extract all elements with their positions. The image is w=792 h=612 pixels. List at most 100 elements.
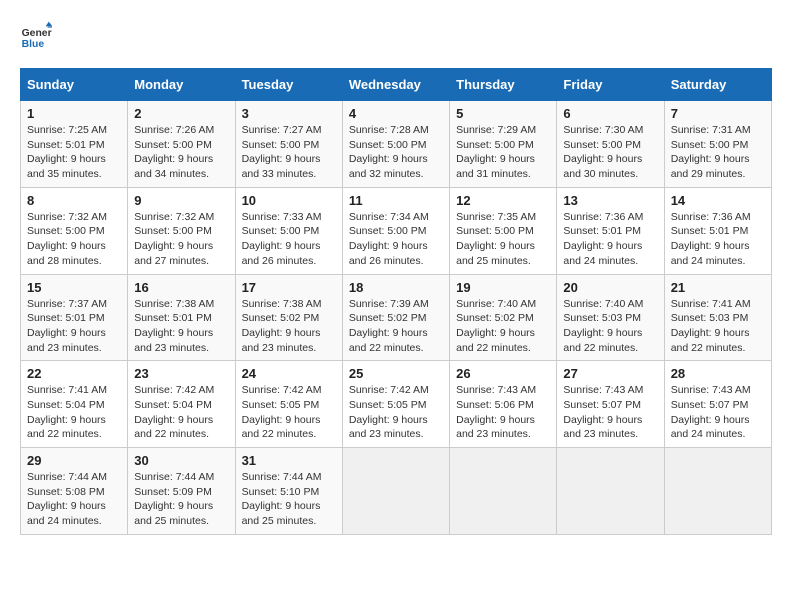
calendar-cell: 14 Sunrise: 7:36 AM Sunset: 5:01 PM Dayli… bbox=[664, 187, 771, 274]
cell-info: Sunrise: 7:35 AM Sunset: 5:00 PM Dayligh… bbox=[456, 210, 550, 269]
day-number: 29 bbox=[27, 453, 121, 468]
day-header-monday: Monday bbox=[128, 69, 235, 101]
calendar-cell: 18 Sunrise: 7:39 AM Sunset: 5:02 PM Dayli… bbox=[342, 274, 449, 361]
calendar-cell: 13Sunrise: 7:36 AM Sunset: 5:01 PM Dayli… bbox=[557, 187, 664, 274]
day-number: 28 bbox=[671, 366, 765, 381]
week-row-3: 15 Sunrise: 7:37 AM Sunset: 5:01 PM Dayli… bbox=[21, 274, 772, 361]
day-number: 22 bbox=[27, 366, 121, 381]
day-header-wednesday: Wednesday bbox=[342, 69, 449, 101]
cell-info: Sunrise: 7:43 AM Sunset: 5:07 PM Dayligh… bbox=[563, 383, 657, 442]
cell-info: Sunrise: 7:36 AM Sunset: 5:01 PM Dayligh… bbox=[671, 210, 765, 269]
calendar-cell: 6Sunrise: 7:30 AM Sunset: 5:00 PM Daylig… bbox=[557, 101, 664, 188]
svg-text:General: General bbox=[22, 28, 52, 39]
cell-info: Sunrise: 7:28 AM Sunset: 5:00 PM Dayligh… bbox=[349, 123, 443, 182]
cell-info: Sunrise: 7:27 AM Sunset: 5:00 PM Dayligh… bbox=[242, 123, 336, 182]
cell-info: Sunrise: 7:44 AM Sunset: 5:08 PM Dayligh… bbox=[27, 470, 121, 529]
cell-info: Sunrise: 7:40 AM Sunset: 5:02 PM Dayligh… bbox=[456, 297, 550, 356]
day-number: 19 bbox=[456, 280, 550, 295]
calendar-cell: 9 Sunrise: 7:32 AM Sunset: 5:00 PM Daylig… bbox=[128, 187, 235, 274]
logo: General Blue bbox=[20, 20, 52, 52]
cell-info: Sunrise: 7:32 AM Sunset: 5:00 PM Dayligh… bbox=[134, 210, 228, 269]
cell-info: Sunrise: 7:42 AM Sunset: 5:05 PM Dayligh… bbox=[349, 383, 443, 442]
day-number: 23 bbox=[134, 366, 228, 381]
cell-info: Sunrise: 7:34 AM Sunset: 5:00 PM Dayligh… bbox=[349, 210, 443, 269]
calendar-cell: 11 Sunrise: 7:34 AM Sunset: 5:00 PM Dayli… bbox=[342, 187, 449, 274]
day-number: 14 bbox=[671, 193, 765, 208]
day-number: 20 bbox=[563, 280, 657, 295]
day-number: 17 bbox=[242, 280, 336, 295]
week-row-2: 8 Sunrise: 7:32 AM Sunset: 5:00 PM Daylig… bbox=[21, 187, 772, 274]
cell-info: Sunrise: 7:38 AM Sunset: 5:01 PM Dayligh… bbox=[134, 297, 228, 356]
cell-info: Sunrise: 7:41 AM Sunset: 5:03 PM Dayligh… bbox=[671, 297, 765, 356]
calendar-cell: 26 Sunrise: 7:43 AM Sunset: 5:06 PM Dayli… bbox=[450, 361, 557, 448]
day-header-sunday: Sunday bbox=[21, 69, 128, 101]
cell-info: Sunrise: 7:36 AM Sunset: 5:01 PM Dayligh… bbox=[563, 210, 657, 269]
cell-info: Sunrise: 7:43 AM Sunset: 5:06 PM Dayligh… bbox=[456, 383, 550, 442]
week-row-5: 29 Sunrise: 7:44 AM Sunset: 5:08 PM Dayli… bbox=[21, 448, 772, 535]
calendar-cell: 10Sunrise: 7:33 AM Sunset: 5:00 PM Dayli… bbox=[235, 187, 342, 274]
cell-info: Sunrise: 7:25 AM Sunset: 5:01 PM Dayligh… bbox=[27, 123, 121, 182]
calendar-cell: 19 Sunrise: 7:40 AM Sunset: 5:02 PM Dayli… bbox=[450, 274, 557, 361]
day-number: 15 bbox=[27, 280, 121, 295]
cell-info: Sunrise: 7:42 AM Sunset: 5:05 PM Dayligh… bbox=[242, 383, 336, 442]
calendar-cell: 28Sunrise: 7:43 AM Sunset: 5:07 PM Dayli… bbox=[664, 361, 771, 448]
day-number: 31 bbox=[242, 453, 336, 468]
calendar-cell: 29 Sunrise: 7:44 AM Sunset: 5:08 PM Dayli… bbox=[21, 448, 128, 535]
cell-info: Sunrise: 7:44 AM Sunset: 5:10 PM Dayligh… bbox=[242, 470, 336, 529]
calendar-cell: 25 Sunrise: 7:42 AM Sunset: 5:05 PM Dayli… bbox=[342, 361, 449, 448]
calendar-cell: 20 Sunrise: 7:40 AM Sunset: 5:03 PM Dayli… bbox=[557, 274, 664, 361]
week-row-4: 22Sunrise: 7:41 AM Sunset: 5:04 PM Dayli… bbox=[21, 361, 772, 448]
cell-info: Sunrise: 7:40 AM Sunset: 5:03 PM Dayligh… bbox=[563, 297, 657, 356]
calendar-cell: 12 Sunrise: 7:35 AM Sunset: 5:00 PM Dayli… bbox=[450, 187, 557, 274]
calendar-cell: 17 Sunrise: 7:38 AM Sunset: 5:02 PM Dayli… bbox=[235, 274, 342, 361]
cell-info: Sunrise: 7:37 AM Sunset: 5:01 PM Dayligh… bbox=[27, 297, 121, 356]
day-number: 12 bbox=[456, 193, 550, 208]
day-number: 26 bbox=[456, 366, 550, 381]
day-header-tuesday: Tuesday bbox=[235, 69, 342, 101]
calendar-cell: 16 Sunrise: 7:38 AM Sunset: 5:01 PM Dayli… bbox=[128, 274, 235, 361]
week-row-1: 1 Sunrise: 7:25 AM Sunset: 5:01 PM Daylig… bbox=[21, 101, 772, 188]
cell-info: Sunrise: 7:42 AM Sunset: 5:04 PM Dayligh… bbox=[134, 383, 228, 442]
day-number: 9 bbox=[134, 193, 228, 208]
cell-info: Sunrise: 7:38 AM Sunset: 5:02 PM Dayligh… bbox=[242, 297, 336, 356]
day-number: 10 bbox=[242, 193, 336, 208]
day-header-friday: Friday bbox=[557, 69, 664, 101]
calendar-cell bbox=[342, 448, 449, 535]
calendar-cell: 21 Sunrise: 7:41 AM Sunset: 5:03 PM Dayli… bbox=[664, 274, 771, 361]
day-number: 24 bbox=[242, 366, 336, 381]
calendar-cell: 7Sunrise: 7:31 AM Sunset: 5:00 PM Daylig… bbox=[664, 101, 771, 188]
calendar-cell bbox=[664, 448, 771, 535]
day-number: 4 bbox=[349, 106, 443, 121]
day-number: 5 bbox=[456, 106, 550, 121]
calendar-cell: 8Sunrise: 7:32 AM Sunset: 5:00 PM Daylig… bbox=[21, 187, 128, 274]
calendar-cell: 4 Sunrise: 7:28 AM Sunset: 5:00 PM Daylig… bbox=[342, 101, 449, 188]
day-number: 16 bbox=[134, 280, 228, 295]
day-header-thursday: Thursday bbox=[450, 69, 557, 101]
day-number: 21 bbox=[671, 280, 765, 295]
day-number: 8 bbox=[27, 193, 121, 208]
svg-text:Blue: Blue bbox=[22, 39, 45, 50]
day-number: 3 bbox=[242, 106, 336, 121]
calendar-cell: 15 Sunrise: 7:37 AM Sunset: 5:01 PM Dayli… bbox=[21, 274, 128, 361]
page-header: General Blue bbox=[20, 20, 772, 52]
calendar-cell: 24 Sunrise: 7:42 AM Sunset: 5:05 PM Dayli… bbox=[235, 361, 342, 448]
cell-info: Sunrise: 7:29 AM Sunset: 5:00 PM Dayligh… bbox=[456, 123, 550, 182]
day-number: 30 bbox=[134, 453, 228, 468]
cell-info: Sunrise: 7:31 AM Sunset: 5:00 PM Dayligh… bbox=[671, 123, 765, 182]
header-row: SundayMondayTuesdayWednesdayThursdayFrid… bbox=[21, 69, 772, 101]
day-number: 1 bbox=[27, 106, 121, 121]
calendar-cell: 23 Sunrise: 7:42 AM Sunset: 5:04 PM Dayli… bbox=[128, 361, 235, 448]
day-number: 18 bbox=[349, 280, 443, 295]
calendar-cell bbox=[450, 448, 557, 535]
day-number: 27 bbox=[563, 366, 657, 381]
day-number: 11 bbox=[349, 193, 443, 208]
calendar-cell: 31 Sunrise: 7:44 AM Sunset: 5:10 PM Dayli… bbox=[235, 448, 342, 535]
calendar-cell: 2Sunrise: 7:26 AM Sunset: 5:00 PM Daylig… bbox=[128, 101, 235, 188]
calendar-cell: 1 Sunrise: 7:25 AM Sunset: 5:01 PM Daylig… bbox=[21, 101, 128, 188]
cell-info: Sunrise: 7:39 AM Sunset: 5:02 PM Dayligh… bbox=[349, 297, 443, 356]
day-number: 25 bbox=[349, 366, 443, 381]
calendar-cell bbox=[557, 448, 664, 535]
cell-info: Sunrise: 7:30 AM Sunset: 5:00 PM Dayligh… bbox=[563, 123, 657, 182]
calendar-cell: 22Sunrise: 7:41 AM Sunset: 5:04 PM Dayli… bbox=[21, 361, 128, 448]
calendar-cell: 5 Sunrise: 7:29 AM Sunset: 5:00 PM Daylig… bbox=[450, 101, 557, 188]
